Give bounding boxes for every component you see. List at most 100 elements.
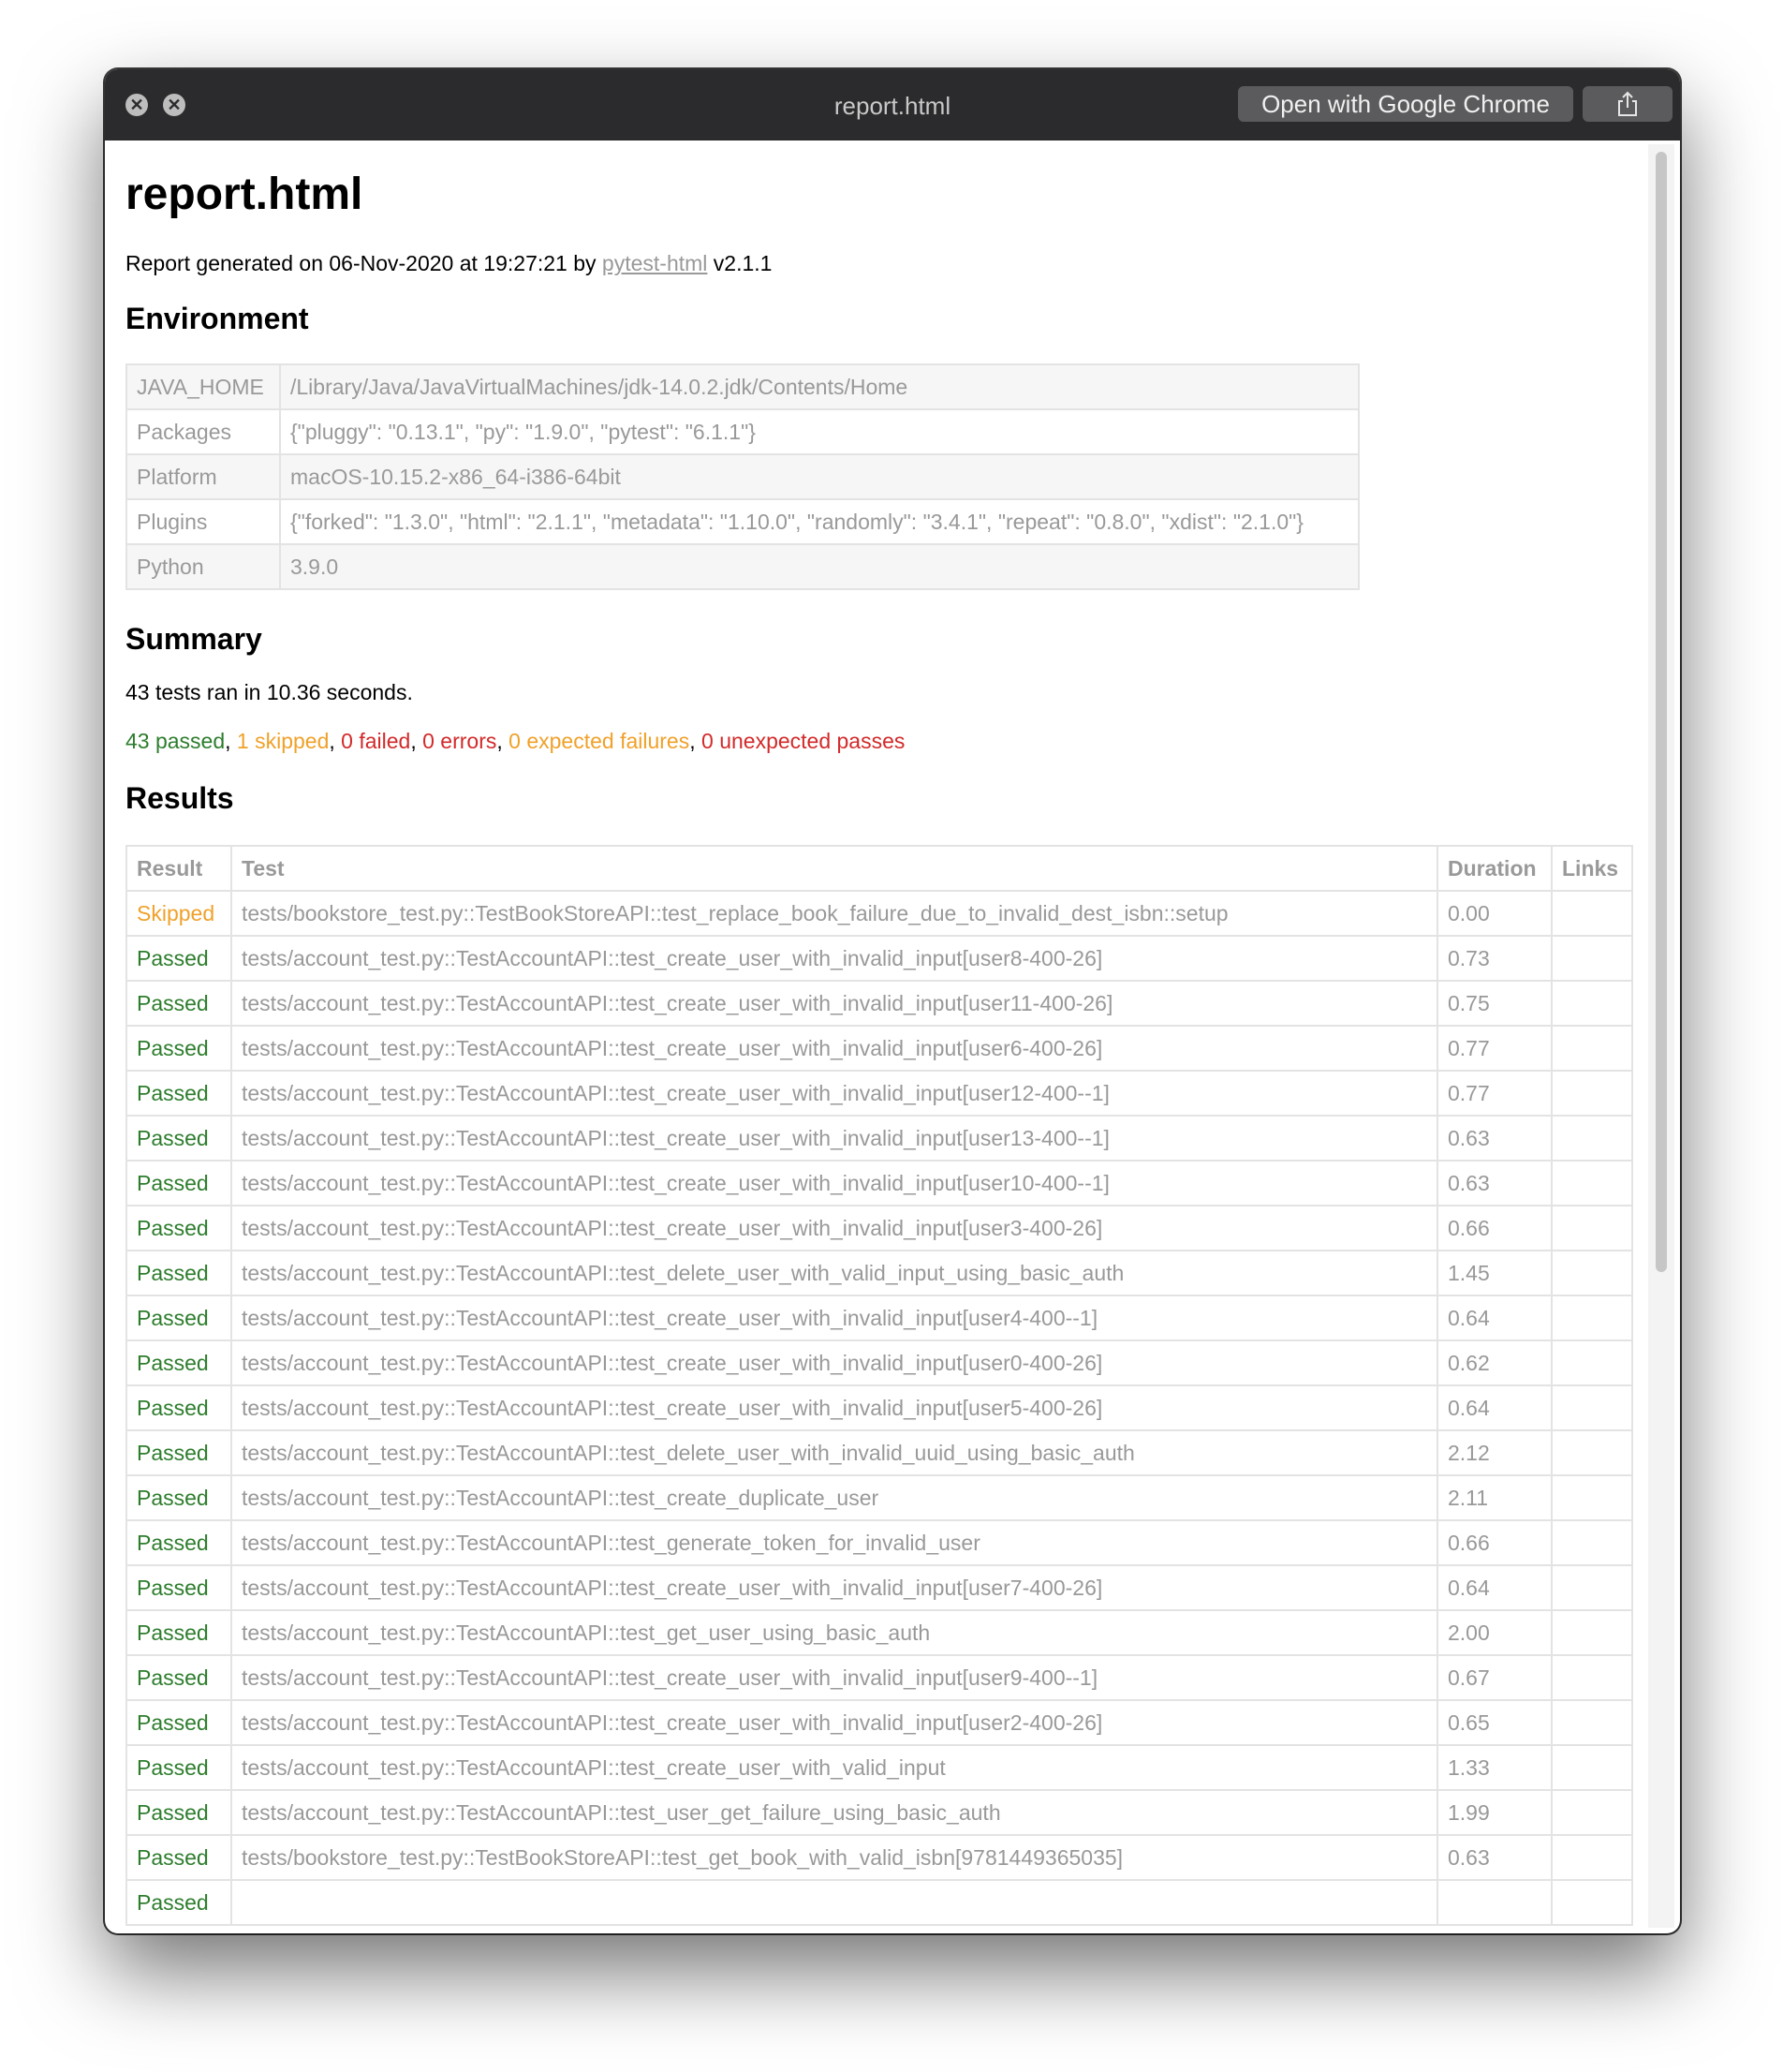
env-value: {"pluggy": "0.13.1", "py": "1.9.0", "pyt…	[279, 408, 1360, 455]
col-test[interactable]: Test	[230, 845, 1438, 892]
links-cell	[1551, 1295, 1633, 1341]
table-row[interactable]: Passed tests/account_test.py::TestAccount…	[125, 935, 1633, 982]
links-cell	[1551, 1205, 1633, 1251]
env-key: Platform	[125, 453, 281, 500]
titlebar: ✕ ✕ report.html Open with Google Chrome	[105, 69, 1680, 141]
table-row[interactable]: Passed tests/account_test.py::TestAccount…	[125, 1205, 1633, 1251]
links-cell	[1551, 1250, 1633, 1296]
links-cell	[1551, 1519, 1633, 1566]
results-body: Skipped tests/bookstore_test.py::TestBook…	[125, 890, 1633, 1926]
links-cell	[1551, 1879, 1633, 1926]
table-row[interactable]: Skipped tests/bookstore_test.py::TestBook…	[125, 890, 1633, 937]
env-row: Python 3.9.0	[125, 543, 1360, 590]
duration-cell: 0.62	[1437, 1339, 1553, 1386]
test-name-cell: tests/account_test.py::TestAccountAPI::t…	[230, 1025, 1438, 1072]
links-cell	[1551, 1744, 1633, 1791]
unexpected-passes-count[interactable]: 0 unexpected passes	[701, 729, 905, 753]
table-row[interactable]: Passed tests/account_test.py::TestAccount…	[125, 1789, 1633, 1836]
env-row: Platform macOS-10.15.2-x86_64-i386-64bit	[125, 453, 1360, 500]
table-row[interactable]: Passed tests/account_test.py::TestAccount…	[125, 1519, 1633, 1566]
links-cell	[1551, 1339, 1633, 1386]
table-row[interactable]: Passed tests/account_test.py::TestAccount…	[125, 1744, 1633, 1791]
duration-cell	[1437, 1879, 1553, 1926]
expected-failures-count[interactable]: 0 expected failures	[508, 729, 689, 753]
duration-cell: 0.64	[1437, 1384, 1553, 1431]
table-row[interactable]: Passed tests/account_test.py::TestAccount…	[125, 980, 1633, 1027]
table-row[interactable]: Passed tests/account_test.py::TestAccount…	[125, 1384, 1633, 1431]
env-row: Packages {"pluggy": "0.13.1", "py": "1.9.…	[125, 408, 1360, 455]
table-row[interactable]: Passed tests/account_test.py::TestAccount…	[125, 1295, 1633, 1341]
table-row[interactable]: Passed tests/account_test.py::TestAccount…	[125, 1115, 1633, 1162]
test-name-cell: tests/account_test.py::TestAccountAPI::t…	[230, 1115, 1438, 1162]
duration-cell: 1.33	[1437, 1744, 1553, 1791]
links-cell	[1551, 1699, 1633, 1746]
errors-count[interactable]: 0 errors	[422, 729, 496, 753]
result-cell: Passed	[125, 1295, 232, 1341]
table-row[interactable]: Passed tests/account_test.py::TestAccount…	[125, 1564, 1633, 1611]
links-cell	[1551, 935, 1633, 982]
table-row[interactable]: Passed tests/account_test.py::TestAccount…	[125, 1025, 1633, 1072]
generated-suffix: v2.1.1	[707, 251, 773, 275]
result-cell: Passed	[125, 1699, 232, 1746]
generated-line: Report generated on 06-Nov-2020 at 19:27…	[125, 251, 772, 276]
duration-cell: 2.11	[1437, 1474, 1553, 1521]
links-cell	[1551, 1654, 1633, 1701]
table-row[interactable]: Passed tests/account_test.py::TestAccount…	[125, 1339, 1633, 1386]
test-name-cell: tests/account_test.py::TestAccountAPI::t…	[230, 1160, 1438, 1206]
result-cell: Passed	[125, 1250, 232, 1296]
result-cell: Passed	[125, 1160, 232, 1206]
summary-ran: 43 tests ran in 10.36 seconds.	[125, 680, 413, 704]
table-row[interactable]: Passed tests/account_test.py::TestAccount…	[125, 1609, 1633, 1656]
pytest-html-link[interactable]: pytest-html	[602, 251, 707, 275]
duration-cell: 0.63	[1437, 1115, 1553, 1162]
table-row[interactable]: Passed tests/account_test.py::TestAccount…	[125, 1250, 1633, 1296]
separator: ,	[225, 729, 237, 753]
result-cell: Passed	[125, 1025, 232, 1072]
separator: ,	[496, 729, 509, 753]
duration-cell: 0.67	[1437, 1654, 1553, 1701]
links-cell	[1551, 1789, 1633, 1836]
env-key: Packages	[125, 408, 281, 455]
share-button[interactable]	[1583, 86, 1672, 122]
links-cell	[1551, 1429, 1633, 1476]
test-name-cell: tests/account_test.py::TestAccountAPI::t…	[230, 1474, 1438, 1521]
table-row[interactable]: Passed tests/account_test.py::TestAccount…	[125, 1654, 1633, 1701]
links-cell	[1551, 1834, 1633, 1881]
duration-cell: 1.99	[1437, 1789, 1553, 1836]
table-row[interactable]: Passed tests/account_test.py::TestAccount…	[125, 1474, 1633, 1521]
table-row[interactable]: Passed tests/account_test.py::TestAccount…	[125, 1070, 1633, 1117]
duration-cell: 2.00	[1437, 1609, 1553, 1656]
passed-count[interactable]: 43 passed	[125, 729, 225, 753]
env-key: Python	[125, 543, 281, 590]
open-with-chrome-button[interactable]: Open with Google Chrome	[1238, 86, 1573, 122]
col-links[interactable]: Links	[1551, 845, 1633, 892]
env-value: /Library/Java/JavaVirtualMachines/jdk-14…	[279, 363, 1360, 410]
results-heading: Results	[125, 781, 234, 815]
table-row[interactable]: Passed tests/account_test.py::TestAccount…	[125, 1429, 1633, 1476]
table-row[interactable]: Passed tests/account_test.py::TestAccount…	[125, 1160, 1633, 1206]
failed-count[interactable]: 0 failed	[341, 729, 410, 753]
duration-cell: 0.64	[1437, 1564, 1553, 1611]
result-cell: Passed	[125, 1564, 232, 1611]
test-name-cell: tests/account_test.py::TestAccountAPI::t…	[230, 1295, 1438, 1341]
scrollbar[interactable]	[1648, 144, 1674, 1928]
result-cell: Passed	[125, 1834, 232, 1881]
table-row[interactable]: Passed	[125, 1879, 1633, 1926]
test-name-cell: tests/account_test.py::TestAccountAPI::t…	[230, 1205, 1438, 1251]
test-name-cell: tests/account_test.py::TestAccountAPI::t…	[230, 1339, 1438, 1386]
skipped-count[interactable]: 1 skipped	[237, 729, 329, 753]
duration-cell: 2.12	[1437, 1429, 1553, 1476]
col-duration[interactable]: Duration	[1437, 845, 1553, 892]
result-cell: Passed	[125, 1384, 232, 1431]
scrollbar-thumb[interactable]	[1656, 152, 1667, 1272]
document-content: report.html Report generated on 06-Nov-2…	[111, 141, 1646, 1933]
environment-heading: Environment	[125, 302, 309, 335]
col-result[interactable]: Result	[125, 845, 232, 892]
links-cell	[1551, 890, 1633, 937]
table-row[interactable]: Passed tests/account_test.py::TestAccount…	[125, 1699, 1633, 1746]
duration-cell: 0.63	[1437, 1160, 1553, 1206]
test-name-cell: tests/bookstore_test.py::TestBookStoreAP…	[230, 1834, 1438, 1881]
test-name-cell: tests/account_test.py::TestAccountAPI::t…	[230, 1070, 1438, 1117]
test-name-cell: tests/account_test.py::TestAccountAPI::t…	[230, 1789, 1438, 1836]
table-row[interactable]: Passed tests/bookstore_test.py::TestBookS…	[125, 1834, 1633, 1881]
